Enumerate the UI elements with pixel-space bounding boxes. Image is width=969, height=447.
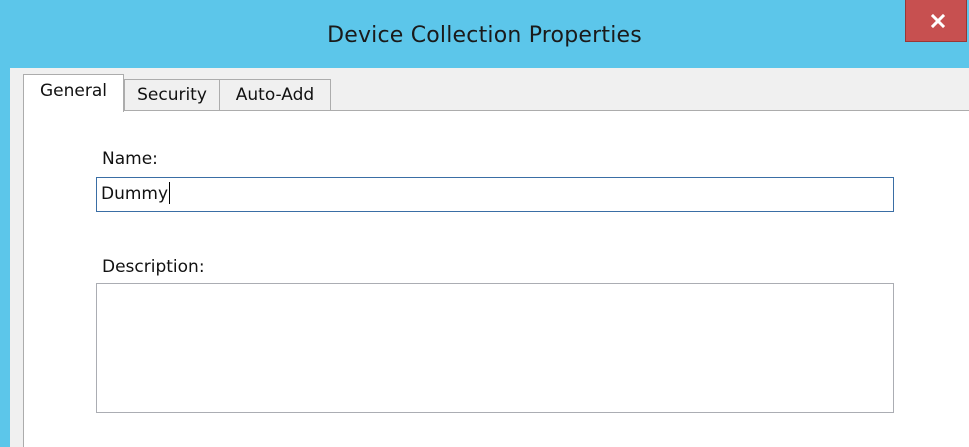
title-bar[interactable]: Device Collection Properties	[0, 0, 969, 68]
window-title: Device Collection Properties	[327, 23, 642, 48]
tab-security-label: Security	[137, 85, 207, 105]
tab-auto-add[interactable]: Auto-Add	[219, 79, 331, 111]
description-label: Description:	[102, 257, 205, 277]
close-button[interactable]	[905, 0, 967, 42]
name-input[interactable]: Dummy	[96, 177, 894, 212]
text-caret	[169, 181, 171, 204]
tab-general[interactable]: General	[23, 74, 124, 112]
dialog-client-area: General Security Auto-Add Name: Dummy De…	[10, 68, 969, 447]
close-icon	[931, 14, 945, 28]
general-tab-page: Name: Dummy Description:	[23, 110, 969, 447]
name-label: Name:	[102, 149, 158, 169]
name-input-value: Dummy	[101, 184, 169, 204]
dialog-window: Device Collection Properties General Sec…	[0, 0, 969, 447]
tab-security[interactable]: Security	[124, 79, 220, 111]
description-input[interactable]	[96, 283, 894, 413]
tab-auto-add-label: Auto-Add	[235, 85, 315, 105]
tab-general-label: General	[40, 81, 107, 101]
